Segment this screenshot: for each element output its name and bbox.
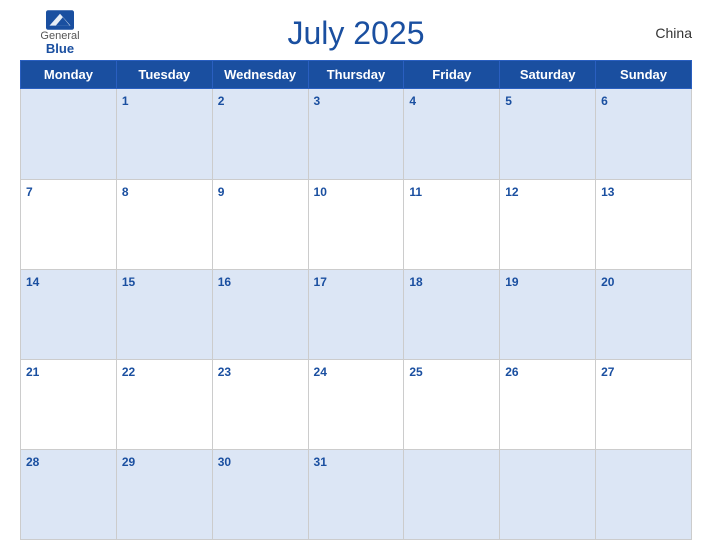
calendar-cell: 28: [21, 449, 117, 539]
day-number: 22: [122, 365, 135, 379]
day-number: 2: [218, 94, 225, 108]
weekday-header-friday: Friday: [404, 61, 500, 89]
calendar-cell: 26: [500, 359, 596, 449]
calendar-cell: 9: [212, 179, 308, 269]
page-title: July 2025: [100, 15, 612, 52]
calendar-cell: [596, 449, 692, 539]
calendar-week-row: 7 8 9 10 11 12 13: [21, 179, 692, 269]
calendar-cell: 7: [21, 179, 117, 269]
calendar-week-row: 21 22 23 24 25 26 27: [21, 359, 692, 449]
day-number: 14: [26, 275, 39, 289]
calendar-cell: 23: [212, 359, 308, 449]
country-label: China: [612, 25, 692, 41]
weekday-header-row: MondayTuesdayWednesdayThursdayFridaySatu…: [21, 61, 692, 89]
calendar-cell: 29: [116, 449, 212, 539]
day-number: 11: [409, 185, 422, 199]
calendar-cell: 11: [404, 179, 500, 269]
day-number: 20: [601, 275, 614, 289]
day-number: 7: [26, 185, 33, 199]
logo: General Blue: [20, 10, 100, 56]
calendar-cell: 31: [308, 449, 404, 539]
day-number: 16: [218, 275, 231, 289]
day-number: 27: [601, 365, 614, 379]
day-number: 10: [314, 185, 327, 199]
calendar-cell: 30: [212, 449, 308, 539]
calendar-cell: 1: [116, 89, 212, 179]
logo-icon: [46, 10, 74, 30]
calendar-cell: 16: [212, 269, 308, 359]
weekday-header-tuesday: Tuesday: [116, 61, 212, 89]
day-number: 28: [26, 455, 39, 469]
calendar-cell: 19: [500, 269, 596, 359]
calendar-cell: 21: [21, 359, 117, 449]
day-number: 23: [218, 365, 231, 379]
day-number: 13: [601, 185, 614, 199]
day-number: 24: [314, 365, 327, 379]
calendar-cell: [404, 449, 500, 539]
calendar-cell: 4: [404, 89, 500, 179]
calendar-cell: 25: [404, 359, 500, 449]
day-number: 15: [122, 275, 135, 289]
calendar-cell: 3: [308, 89, 404, 179]
day-number: 29: [122, 455, 135, 469]
calendar-cell: 24: [308, 359, 404, 449]
calendar-cell: 10: [308, 179, 404, 269]
day-number: 30: [218, 455, 231, 469]
day-number: 17: [314, 275, 327, 289]
day-number: 1: [122, 94, 129, 108]
calendar-cell: [500, 449, 596, 539]
calendar-table: MondayTuesdayWednesdayThursdayFridaySatu…: [20, 60, 692, 540]
calendar-cell: 15: [116, 269, 212, 359]
calendar-week-row: 1 2 3 4 5 6: [21, 89, 692, 179]
calendar-cell: 18: [404, 269, 500, 359]
calendar-week-row: 28 29 30 31: [21, 449, 692, 539]
day-number: 8: [122, 185, 129, 199]
day-number: 19: [505, 275, 518, 289]
weekday-header-thursday: Thursday: [308, 61, 404, 89]
day-number: 6: [601, 94, 608, 108]
day-number: 4: [409, 94, 416, 108]
calendar-cell: 22: [116, 359, 212, 449]
calendar-cell: [21, 89, 117, 179]
weekday-header-monday: Monday: [21, 61, 117, 89]
day-number: 18: [409, 275, 422, 289]
calendar-cell: 12: [500, 179, 596, 269]
calendar-cell: 17: [308, 269, 404, 359]
calendar-cell: 8: [116, 179, 212, 269]
day-number: 5: [505, 94, 512, 108]
day-number: 9: [218, 185, 225, 199]
calendar-cell: 6: [596, 89, 692, 179]
calendar-cell: 14: [21, 269, 117, 359]
weekday-header-sunday: Sunday: [596, 61, 692, 89]
calendar-cell: 13: [596, 179, 692, 269]
calendar-header: General Blue July 2025 China: [20, 10, 692, 56]
calendar-cell: 5: [500, 89, 596, 179]
day-number: 3: [314, 94, 321, 108]
day-number: 31: [314, 455, 327, 469]
calendar-week-row: 14 15 16 17 18 19 20: [21, 269, 692, 359]
day-number: 21: [26, 365, 39, 379]
calendar-cell: 2: [212, 89, 308, 179]
weekday-header-wednesday: Wednesday: [212, 61, 308, 89]
weekday-header-saturday: Saturday: [500, 61, 596, 89]
day-number: 26: [505, 365, 518, 379]
day-number: 25: [409, 365, 422, 379]
day-number: 12: [505, 185, 518, 199]
calendar-cell: 27: [596, 359, 692, 449]
calendar-cell: 20: [596, 269, 692, 359]
logo-blue-text: Blue: [46, 42, 74, 56]
